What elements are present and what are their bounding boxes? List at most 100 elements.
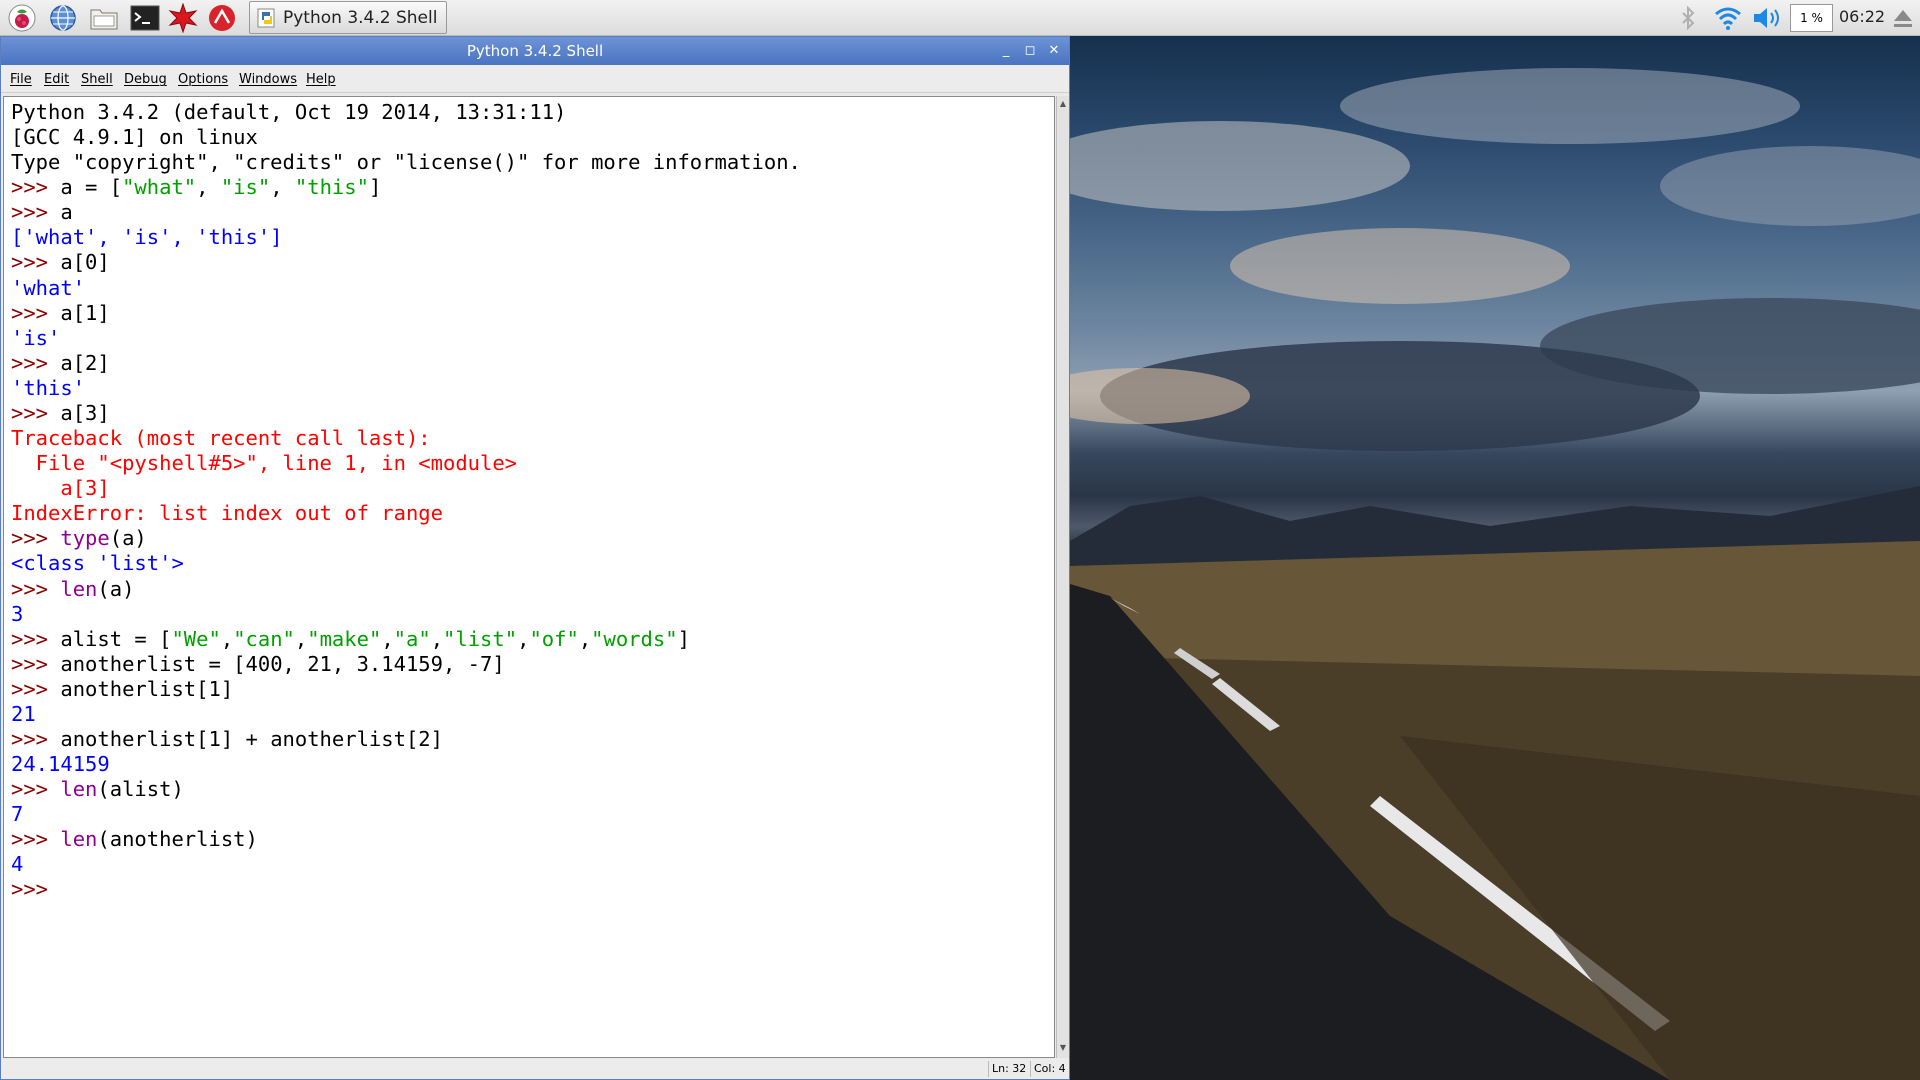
shell-text-segment: ,: [517, 626, 530, 651]
shell-text-segment: >>>: [11, 175, 61, 200]
shell-text-segment: "list": [443, 626, 518, 651]
shell-text-segment: >>>: [11, 827, 61, 852]
shell-line: >>>: [11, 877, 60, 902]
shell-text-segment: (a): [97, 576, 135, 601]
shell-text-segment: >>>: [11, 400, 61, 425]
shell-text-segment: 3: [11, 601, 24, 626]
road-landscape-image: [1070, 68, 1920, 1080]
eject-icon[interactable]: [1890, 3, 1916, 33]
shell-line: >>> a[2]: [11, 351, 110, 376]
shell-text-segment: 4: [11, 852, 24, 877]
close-button[interactable]: ✕: [1044, 41, 1064, 61]
task-button-label: Python 3.4.2 Shell: [283, 7, 438, 28]
shell-text-segment: >>>: [11, 250, 61, 275]
shell-text-segment: >>>: [11, 350, 61, 375]
shell-text-segment: len: [60, 827, 98, 852]
window-titlebar[interactable]: Python 3.4.2 Shell _ ◻ ✕: [1, 37, 1069, 65]
status-line: Ln: 32: [988, 1061, 1026, 1077]
shell-text-segment: a = [: [60, 175, 123, 200]
shell-text-segment: len: [60, 576, 98, 601]
menu-help[interactable]: Help: [306, 72, 336, 87]
window-title: Python 3.4.2 Shell: [466, 42, 604, 60]
terminal-icon[interactable]: [129, 3, 161, 33]
shell-text-segment: >>>: [11, 651, 61, 676]
shell-line: 24.14159: [11, 752, 110, 777]
shell-text-segment: a: [60, 200, 73, 225]
scroll-down-arrow-icon[interactable]: ▼: [1057, 1042, 1069, 1054]
shell-line: 21: [11, 702, 36, 727]
shell-text-segment: Traceback (most recent call last):: [11, 426, 431, 451]
menu-edit[interactable]: Edit: [44, 72, 69, 87]
shell-text-segment: ,: [270, 175, 295, 200]
shell-line: 'is': [11, 326, 60, 351]
shell-text-segment: anotherlist = [400, 21, 3.14159, -7]: [60, 651, 505, 676]
shell-line: >>> len(anotherlist): [11, 827, 258, 852]
shell-line: >>> anotherlist = [400, 21, 3.14159, -7]: [11, 652, 505, 677]
menubar: File Edit Shell Debug Options Windows He…: [1, 65, 1069, 93]
shell-text-segment: "of": [529, 626, 579, 651]
raspberry-menu-icon[interactable]: [6, 3, 38, 33]
shell-line: 3: [11, 602, 23, 627]
shell-text-area[interactable]: Python 3.4.2 (default, Oct 19 2014, 13:3…: [3, 96, 1055, 1058]
cpu-usage-monitor[interactable]: 1 %: [1790, 4, 1833, 32]
file-manager-icon[interactable]: [88, 3, 120, 33]
clock[interactable]: 06:22: [1839, 7, 1885, 26]
shell-text-segment: Python 3.4.2 (default, Oct 19 2014, 13:3…: [11, 100, 567, 124]
shell-text-segment: >>>: [11, 777, 61, 802]
shell-text-segment: a[0]: [60, 250, 110, 275]
web-browser-icon[interactable]: [47, 3, 79, 33]
menu-windows[interactable]: Windows: [239, 72, 297, 87]
shell-text-segment: >>>: [11, 676, 61, 701]
shell-line: IndexError: list index out of range: [11, 501, 443, 526]
shell-text-segment: ,: [294, 626, 308, 651]
shell-text-segment: 'what': [11, 275, 86, 300]
minimize-button[interactable]: _: [996, 41, 1016, 61]
shell-text-segment: (anotherlist): [97, 827, 258, 852]
shell-line: >>> anotherlist[1] + anotherlist[2]: [11, 727, 443, 752]
shell-text-segment: ,: [578, 626, 592, 651]
python-shell-window: Python 3.4.2 Shell _ ◻ ✕ File Edit Shell…: [0, 36, 1070, 1080]
menu-file[interactable]: File: [10, 72, 32, 87]
shell-line: Python 3.4.2 (default, Oct 19 2014, 13:3…: [11, 100, 566, 125]
shell-text-segment: 'is': [11, 325, 61, 350]
shell-line: 'what': [11, 276, 85, 301]
shell-text-segment: type: [60, 526, 110, 551]
shell-text-segment: >>>: [11, 200, 61, 225]
shell-text-segment: ,: [220, 626, 234, 651]
menu-debug[interactable]: Debug: [124, 72, 167, 87]
wolfram-icon[interactable]: [206, 3, 238, 33]
volume-icon[interactable]: [1751, 3, 1783, 33]
shell-text-segment: >>>: [11, 300, 61, 325]
shell-line: >>> a = ["what", "is", "this"]: [11, 175, 381, 200]
task-button-python-shell[interactable]: Python 3.4.2 Shell: [249, 1, 447, 34]
shell-text-segment: ,: [430, 626, 444, 651]
shell-text-segment: a[2]: [60, 350, 110, 375]
shell-text-segment: 7: [11, 802, 24, 827]
shell-text-segment: ]: [368, 175, 382, 200]
menu-options[interactable]: Options: [178, 72, 228, 87]
math-kernel-icon[interactable]: [167, 3, 199, 33]
shell-text-segment: "words": [591, 626, 678, 651]
vertical-scrollbar[interactable]: ▲ ▼: [1056, 96, 1069, 1058]
shell-line: [GCC 4.9.1] on linux: [11, 125, 258, 150]
bluetooth-icon[interactable]: [1677, 3, 1699, 33]
shell-text-segment: anotherlist[1]: [60, 676, 234, 701]
shell-line: >>> a[0]: [11, 250, 110, 275]
maximize-button[interactable]: ◻: [1020, 41, 1040, 61]
shell-text-segment: Type "copyright", "credits" or "license(…: [11, 150, 801, 175]
shell-line: <class 'list'>: [11, 551, 184, 576]
wifi-icon[interactable]: [1712, 3, 1744, 33]
shell-text-segment: (a): [109, 526, 147, 551]
shell-line: >>> len(a): [11, 577, 134, 602]
scroll-up-arrow-icon[interactable]: ▲: [1057, 98, 1069, 110]
shell-text-segment: File "<pyshell#5>", line 1, in <module>: [11, 451, 518, 476]
shell-text-segment: >>>: [11, 877, 61, 902]
shell-line: Traceback (most recent call last):: [11, 426, 431, 451]
python-icon: [256, 7, 278, 29]
shell-text-segment: len: [60, 777, 98, 802]
shell-text-segment: a[3]: [60, 400, 110, 425]
shell-text-segment: "can": [233, 626, 295, 651]
shell-text-segment: >>>: [11, 526, 61, 551]
menu-shell[interactable]: Shell: [81, 72, 113, 87]
shell-text-segment: alist = [: [60, 626, 172, 651]
